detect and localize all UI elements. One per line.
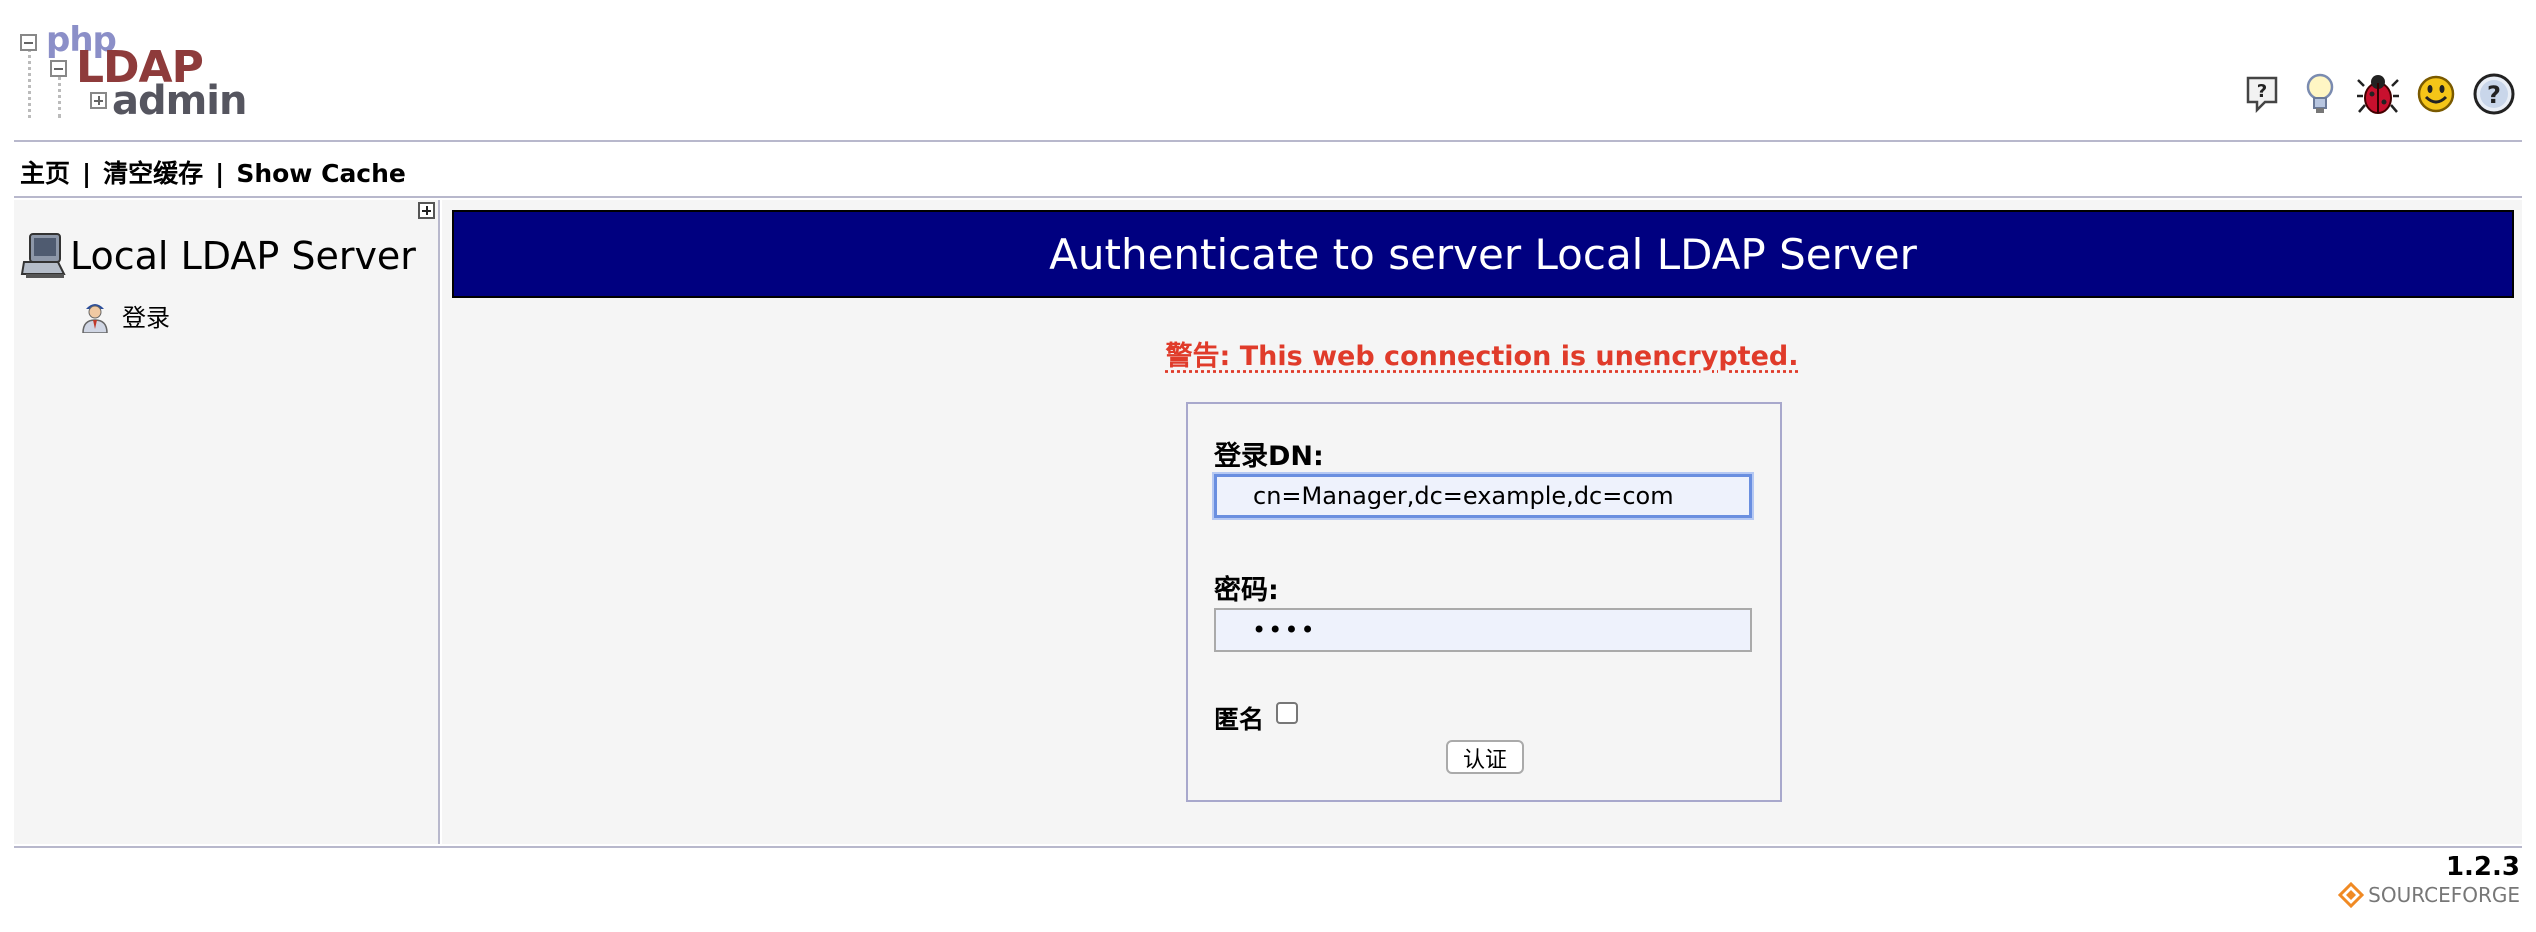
tree-login-label: 登录: [122, 304, 170, 332]
menu-bar: 主页 | 清空缓存 | Show Cache: [20, 154, 406, 190]
menu-separator: |: [215, 159, 225, 188]
menu-divider: [14, 196, 2522, 198]
password-label: 密码:: [1214, 575, 1279, 606]
anonymous-checkbox[interactable]: [1276, 702, 1298, 724]
tree-server-name: Local LDAP Server: [70, 234, 416, 278]
footer-divider: [14, 846, 2522, 848]
login-dn-input[interactable]: [1214, 474, 1752, 518]
server-tree-panel: Local LDAP Server 登录: [14, 200, 440, 844]
tree-expand-icon: [90, 92, 107, 109]
phpldapadmin-logo: php LDAP admin: [20, 20, 247, 124]
menu-home-link[interactable]: 主页: [20, 159, 70, 188]
anonymous-label: 匿名: [1214, 705, 1265, 734]
tree-server-item[interactable]: Local LDAP Server: [20, 232, 416, 280]
header-icon-bar: ? ?: [2240, 72, 2516, 116]
version-label: 1.2.3: [2445, 852, 2520, 882]
page-title: Authenticate to server Local LDAP Server: [452, 210, 2514, 298]
login-form: 登录DN: 密码: 匿名 认证: [1186, 402, 1782, 802]
password-input[interactable]: [1214, 608, 1752, 652]
svg-text:?: ?: [2257, 81, 2267, 102]
tree-login-item[interactable]: 登录: [80, 298, 170, 333]
menu-clear-cache-link[interactable]: 清空缓存: [103, 159, 203, 188]
sourceforge-link[interactable]: SOURCEFORGE: [2338, 882, 2520, 908]
menu-separator: |: [82, 159, 92, 188]
lightbulb-icon[interactable]: [2298, 72, 2342, 116]
bug-icon[interactable]: [2356, 72, 2400, 116]
logo-admin: admin: [112, 78, 247, 124]
menu-show-cache-link[interactable]: Show Cache: [236, 159, 406, 188]
tree-collapse-icon: [20, 34, 37, 51]
warning-text[interactable]: 警告: This web connection is unencrypted.: [1166, 341, 1799, 372]
user-icon: [82, 303, 108, 333]
smiley-icon[interactable]: [2414, 72, 2458, 116]
sourceforge-logo-icon: [2338, 882, 2365, 908]
login-dn-label: 登录DN:: [1214, 441, 1324, 472]
main-panel: Authenticate to server Local LDAP Server…: [442, 200, 2522, 844]
server-icon: [20, 233, 66, 278]
header-divider: [14, 140, 2522, 142]
question-icon[interactable]: ?: [2472, 72, 2516, 116]
authenticate-button[interactable]: 认证: [1446, 740, 1524, 774]
tree-expand-icon[interactable]: [418, 202, 435, 219]
sourceforge-text: SOURCEFORGE: [2368, 883, 2520, 907]
unencrypted-warning: 警告: This web connection is unencrypted.: [442, 334, 2522, 373]
svg-text:?: ?: [2487, 81, 2501, 109]
help-icon[interactable]: ?: [2240, 72, 2284, 116]
tree-collapse-icon: [50, 60, 67, 77]
